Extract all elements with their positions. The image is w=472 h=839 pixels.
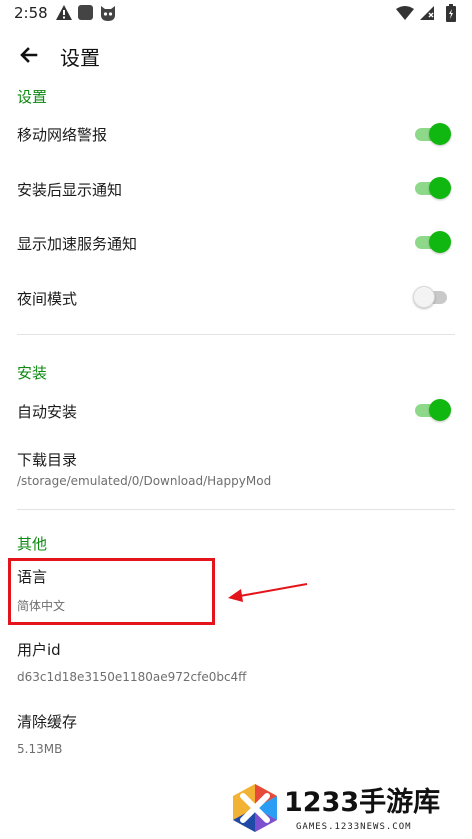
arrow-back-icon [20,47,38,63]
pref-summary-download-directory: /storage/emulated/0/Download/HappyMod [17,474,272,488]
pref-title-auto-install: 自动安装 [17,403,78,421]
status-time: 2:58 [14,4,48,22]
section-divider [17,509,455,510]
pref-title-download-directory: 下载目录 [17,451,78,469]
square-app-icon [78,5,93,20]
warning-icon [56,5,72,20]
back-button[interactable] [14,40,44,70]
wifi-icon [396,6,414,20]
page-title: 设置 [60,46,100,70]
section-header-install: 安装 [17,364,48,382]
red-arrow-icon [228,583,308,602]
pref-title-clear-cache: 清除缓存 [17,713,78,731]
pref-title-user-id: 用户id [17,641,61,659]
toggle-mobile-network-alert[interactable] [413,122,451,146]
cat-face-icon [101,6,115,21]
pref-title-mobile-network-alert: 移动网络警报 [17,126,108,144]
signal-icon [420,6,434,20]
brand-url: GAMES.1233NEWS.COM [296,822,412,832]
brand-logo-icon [233,784,277,832]
app-bar: 设置 [0,28,472,82]
toggle-show-notification-after-install[interactable] [413,176,451,200]
pref-title-acceleration-service-notification: 显示加速服务通知 [17,235,138,253]
toggle-auto-install[interactable] [413,398,451,422]
section-header-settings: 设置 [17,88,48,106]
status-bar: 2:58 [0,0,472,28]
brand-name: 1233手游库 [284,787,441,818]
battery-icon [446,4,456,22]
section-divider [17,334,455,335]
pref-title-night-mode: 夜间模式 [17,290,78,308]
section-header-other: 其他 [17,535,48,553]
pref-summary-user-id: d63c1d18e3150e1180ae972cfe0bc4ff [17,670,247,684]
highlight-box [8,558,215,625]
pref-summary-clear-cache: 5.13MB [17,742,63,756]
pref-title-show-notification-after-install: 安装后显示通知 [17,181,123,199]
toggle-night-mode[interactable] [413,285,451,309]
toggle-acceleration-service-notification[interactable] [413,230,451,254]
brand-watermark: 1233手游库 GAMES.1233NEWS.COM [224,778,472,839]
